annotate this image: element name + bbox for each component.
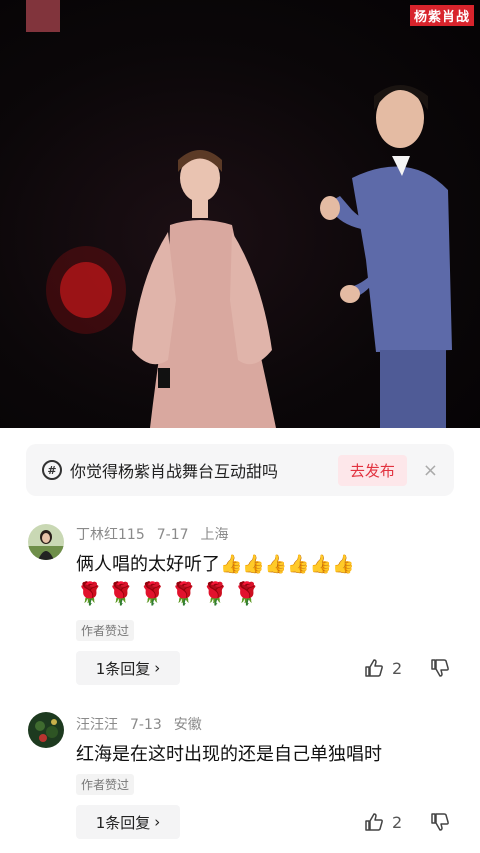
thumbs-down-icon[interactable] bbox=[430, 658, 450, 678]
video-player[interactable]: 杨紫肖战 bbox=[0, 0, 480, 428]
thumbs-up-icon bbox=[365, 813, 383, 831]
like-button[interactable]: 2 bbox=[364, 658, 402, 678]
thumbs-down-icon[interactable] bbox=[430, 812, 450, 832]
singer-man bbox=[320, 85, 452, 428]
comment-text: 红海是在这时出现的还是自己单独唱时 bbox=[76, 744, 382, 765]
author-liked-badge: 作者赞过 bbox=[76, 620, 135, 641]
comment-location: 上海 bbox=[200, 527, 229, 543]
reply-count-label: 1条回复 bbox=[95, 813, 151, 832]
comment-text: 俩人唱的太好听了👍👍👍👍👍👍 bbox=[76, 554, 355, 575]
topic-prompt[interactable]: # 你觉得杨紫肖战舞台互动甜吗 去发布 × bbox=[26, 444, 454, 496]
comment-location: 安徽 bbox=[173, 717, 202, 733]
like-count: 2 bbox=[392, 658, 403, 678]
rose-emoji: 🌹 bbox=[138, 582, 167, 607]
rose-emoji: 🌹 bbox=[170, 582, 198, 607]
reply-count-label: 1条回复 bbox=[95, 659, 151, 678]
comment-date: 7-17 bbox=[156, 527, 189, 543]
comment-date: 7-13 bbox=[130, 717, 162, 733]
comment-meta: 丁林红115 7-17 上海 bbox=[76, 524, 241, 544]
chevron-right-icon: › bbox=[154, 813, 161, 831]
rose-emoji: 🌹 bbox=[201, 582, 230, 607]
hash-icon: # bbox=[42, 460, 62, 480]
comment-item: 丁林红115 7-17 上海 俩人唱的太好听了👍👍👍👍👍👍 🌹 🌹 🌹 🌹 🌹 🌹 … bbox=[0, 520, 480, 690]
view-replies-button[interactable]: 1条回复 › bbox=[76, 805, 180, 839]
comment-item: 汪汪汪 7-13 安徽 红海是在这时出现的还是自己单独唱时 作者赞过 1条回复 › … bbox=[0, 712, 480, 848]
comment-username[interactable]: 汪汪汪 bbox=[76, 717, 118, 733]
like-count: 2 bbox=[392, 812, 403, 832]
publish-button[interactable]: 去发布 bbox=[337, 454, 407, 486]
close-icon[interactable]: × bbox=[423, 460, 438, 481]
chevron-right-icon: › bbox=[154, 659, 161, 677]
emoji-row: 🌹 🌹 🌹 🌹 🌹 🌹 bbox=[76, 582, 260, 608]
avatar[interactable] bbox=[28, 524, 64, 560]
comment-username[interactable]: 丁林红115 bbox=[76, 527, 145, 543]
topic-question: 你觉得杨紫肖战舞台互动甜吗 bbox=[70, 462, 279, 481]
rose-emoji: 🌹 bbox=[107, 582, 135, 607]
singer-woman bbox=[132, 150, 276, 428]
stage-scene bbox=[26, 0, 452, 428]
avatar[interactable] bbox=[28, 712, 64, 748]
watermark-logo: 杨紫肖战 bbox=[409, 5, 474, 26]
rose-emoji: 🌹 bbox=[76, 582, 104, 607]
view-replies-button[interactable]: 1条回复 › bbox=[76, 651, 180, 685]
comment-meta: 汪汪汪 7-13 安徽 bbox=[76, 714, 214, 734]
like-button[interactable]: 2 bbox=[364, 812, 402, 832]
rose-emoji: 🌹 bbox=[233, 582, 261, 607]
thumbs-up-icon bbox=[365, 659, 383, 677]
author-liked-badge: 作者赞过 bbox=[76, 774, 135, 795]
